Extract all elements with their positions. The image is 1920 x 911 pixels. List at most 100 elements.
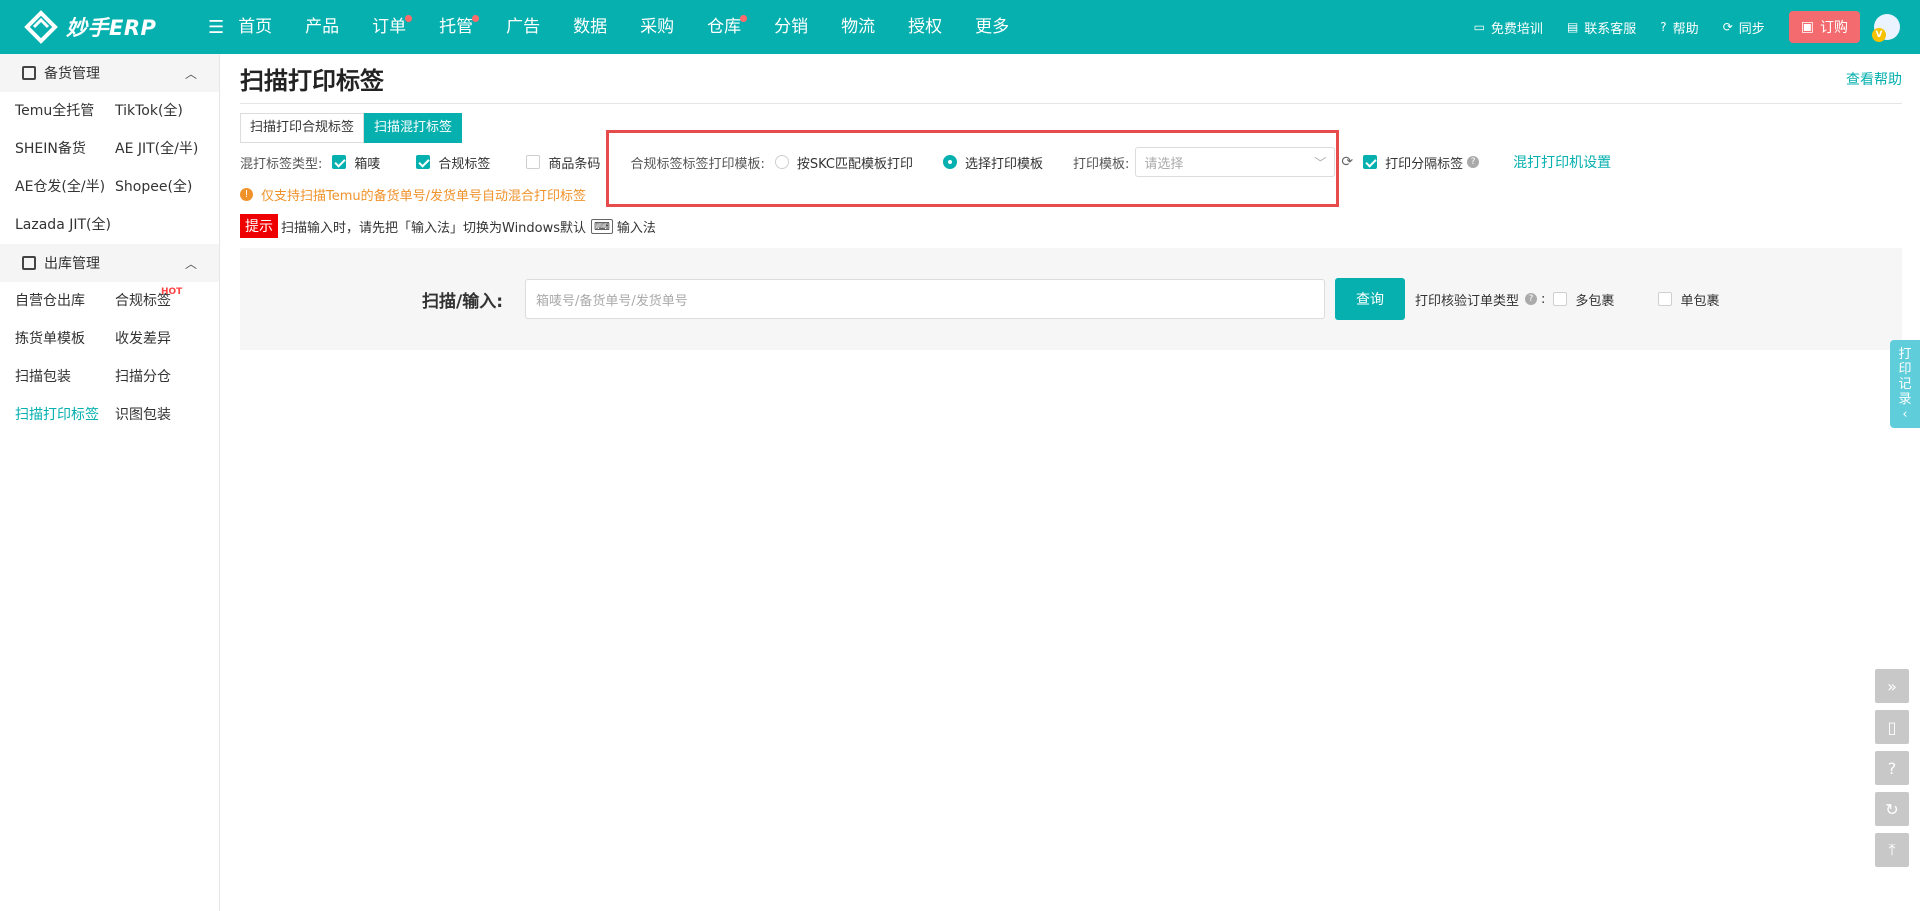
sidebar-item-lazada[interactable]: Lazada JIT(全) [15,206,115,244]
checkbox-unchecked-icon [1553,292,1568,306]
radio-skc-template[interactable]: 按SKC匹配模板打印 [774,153,913,172]
tip-line: 提示 扫描输入时，请先把「输入法」切换为Windows默认 ⌨ 输入法 [240,214,1902,238]
double-chevron-right-icon[interactable]: » [1875,669,1909,703]
nav-item-purchase[interactable]: 采购 [640,0,674,54]
mix-type-label: 混打标签类型: [240,156,323,172]
question-icon[interactable]: ? [1467,156,1480,168]
notification-dot [472,15,480,22]
query-button[interactable]: 查询 [1335,278,1406,320]
free-training-link[interactable]: ▭ 免费培训 [1474,18,1543,37]
chevron-up-icon[interactable]: ︿ [185,255,197,272]
checkbox-compliance-label[interactable]: 合规标签 [416,153,490,172]
page-header: 扫描打印标签 查看帮助 [240,54,1902,104]
checkbox-single-package[interactable]: 单包裹 [1658,290,1719,309]
checkbox-checked-icon [416,155,431,169]
sidebar-stock-items: Temu全托管 TikTok(全) SHEIN备货 AE JIT(全/半) AE… [0,92,219,244]
help-book-icon[interactable]: ? [1875,751,1909,785]
print-record-char: 录 [1898,391,1912,407]
contact-support-label: 联系客服 [1584,21,1637,37]
sidebar-group-outbound[interactable]: 出库管理 ︿ [0,244,219,282]
radio-select-template[interactable]: 选择打印模板 [942,153,1043,172]
mobile-icon[interactable]: ▯ [1875,710,1909,744]
scan-input-placeholder: 箱唛号/备货单号/发货单号 [536,293,688,309]
sidebar-item-shopee[interactable]: Shopee(全) [115,168,225,206]
nav-item-authorization[interactable]: 授权 [908,0,942,54]
sidebar-item-temu[interactable]: Temu全托管 [15,92,115,130]
sidebar-item-ae-jit[interactable]: AE JIT(全/半) [115,130,225,168]
print-template-label: 打印模板: [1073,156,1130,172]
question-icon[interactable]: ? [1525,293,1538,305]
sidebar-item-ae-warehouse[interactable]: AE仓发(全/半) [15,168,115,206]
radio-on-icon [942,155,957,169]
sidebar-outbound-items: 自营仓出库 合规标签 HOT 拣货单模板 收发差异 扫描包装 扫描分仓 扫描打印标… [0,282,219,434]
refresh-icon[interactable]: ⟳ [1341,154,1353,170]
printer-settings-link[interactable]: 混打打印机设置 [1513,152,1611,172]
page-title: 扫描打印标签 [240,67,384,95]
nav-label: 托管 [439,17,474,37]
notification-dot [740,15,748,22]
nav-label: 分销 [774,17,809,37]
checkbox-carton-mark[interactable]: 箱唛 [332,153,380,172]
nav-item-logistics[interactable]: 物流 [841,0,875,54]
nav-item-warehouse[interactable]: 仓库 [707,0,748,54]
nav-item-home[interactable]: 首页 [238,0,272,54]
nav-label: 产品 [305,17,340,37]
nav-item-ads[interactable]: 广告 [506,0,540,54]
user-avatar[interactable]: V [1872,14,1900,42]
print-record-tab[interactable]: 打 印 记 录 ‹ [1890,340,1920,428]
tab-bar: 扫描打印合规标签 扫描混打标签 [240,113,1902,143]
sidebar-group-title: 备货管理 [44,66,100,82]
brand-name: 妙手ERP [66,16,157,40]
nav-label: 广告 [506,17,541,37]
print-template-select[interactable]: 请选择 ﹀ [1135,147,1336,177]
tab-scan-compliance[interactable]: 扫描打印合规标签 [240,113,365,143]
sidebar: 备货管理 ︿ Temu全托管 TikTok(全) SHEIN备货 AE JIT(… [0,54,220,911]
sync-icon: ⟳ [1722,20,1733,34]
nav-label: 物流 [841,17,876,37]
sidebar-item-shein[interactable]: SHEIN备货 [15,130,115,168]
radio-label: 按SKC匹配模板打印 [796,156,913,172]
nav-item-managed[interactable]: 托管 [439,0,480,54]
nav-item-more[interactable]: 更多 [975,0,1009,54]
checkbox-separator-label[interactable]: 打印分隔标签? [1363,153,1480,172]
hot-badge: HOT [161,287,183,297]
contact-support-link[interactable]: ▤ 联系客服 [1567,18,1636,37]
brand-logo[interactable]: 妙手ERP [20,10,190,44]
nav-item-orders[interactable]: 订单 [372,0,413,54]
nav-item-products[interactable]: 产品 [305,0,339,54]
help-link-top[interactable]: ? 帮助 [1660,18,1698,37]
vip-badge: V [1872,28,1886,42]
sync-link[interactable]: ⟳ 同步 [1723,18,1765,37]
tip-text: 扫描输入时，请先把「输入法」切换为Windows默认 [281,220,587,236]
sidebar-item-compliance-label[interactable]: 合规标签 HOT [115,282,225,320]
sidebar-item-self-warehouse[interactable]: 自营仓出库 [15,282,115,320]
sidebar-item-picking-template[interactable]: 拣货单模板 [15,320,115,358]
sidebar-group-stock[interactable]: 备货管理 ︿ [0,54,219,92]
checkbox-barcode[interactable]: 商品条码 [526,153,600,172]
nav-item-data[interactable]: 数据 [573,0,607,54]
sidebar-item-discrepancy[interactable]: 收发差异 [115,320,225,358]
menu-toggle-icon[interactable]: ☰ [208,17,224,38]
back-to-top-icon[interactable]: ⤒ [1875,833,1909,867]
checkbox-multi-package[interactable]: 多包裹 [1553,290,1614,309]
order-button[interactable]: ▣ 订购 [1788,11,1860,43]
sidebar-item-image-pack[interactable]: 识图包装 [115,396,225,434]
checkbox-label: 商品条码 [548,156,601,172]
checkbox-label: 箱唛 [354,156,381,172]
help-label: 帮助 [1672,21,1699,37]
select-placeholder: 请选择 [1144,156,1184,172]
sidebar-item-tiktok[interactable]: TikTok(全) [115,92,225,130]
sidebar-item-scan-split[interactable]: 扫描分仓 [115,358,225,396]
bag-icon: ▣ [1800,19,1814,35]
tab-scan-mixed[interactable]: 扫描混打标签 [364,113,463,143]
view-help-link[interactable]: 查看帮助 [1846,69,1902,89]
checkbox-checked-icon [332,155,347,169]
sidebar-item-scan-pack[interactable]: 扫描包装 [15,358,115,396]
refresh-icon[interactable]: ↻ [1875,792,1909,826]
chevron-up-icon[interactable]: ︿ [185,65,197,82]
nav-item-distribution[interactable]: 分销 [774,0,808,54]
sidebar-item-scan-print-label[interactable]: 扫描打印标签 [15,396,115,434]
order-label: 订购 [1820,20,1848,36]
notification-dot [405,15,413,22]
scan-input[interactable]: 箱唛号/备货单号/发货单号 [525,279,1326,319]
